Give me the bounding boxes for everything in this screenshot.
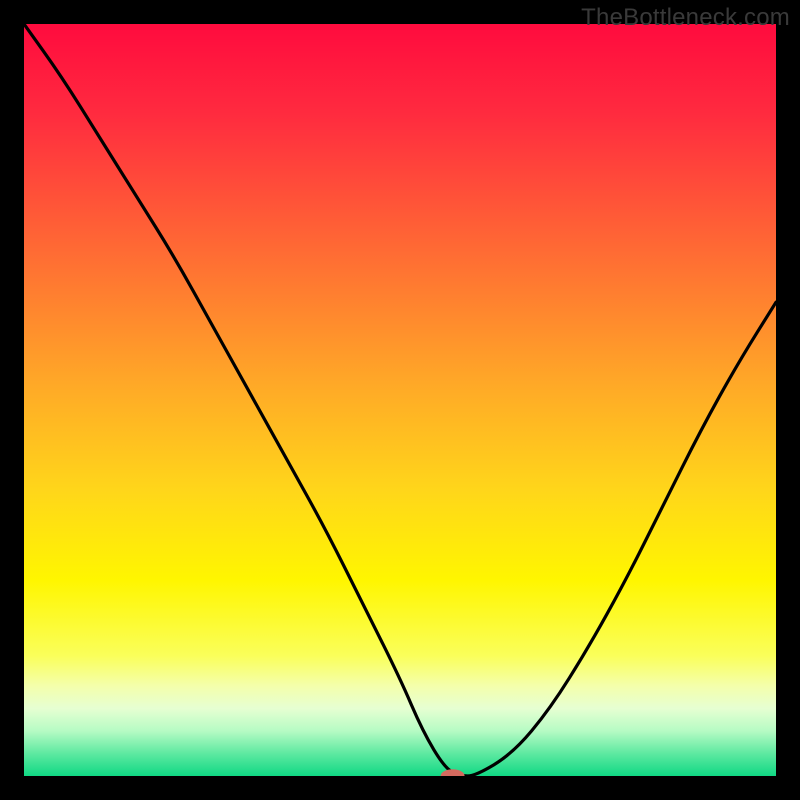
chart-svg xyxy=(24,24,776,776)
chart-background xyxy=(24,24,776,776)
chart-plot-area xyxy=(24,24,776,776)
watermark-text: TheBottleneck.com xyxy=(581,4,790,32)
chart-frame: TheBottleneck.com xyxy=(0,0,800,800)
